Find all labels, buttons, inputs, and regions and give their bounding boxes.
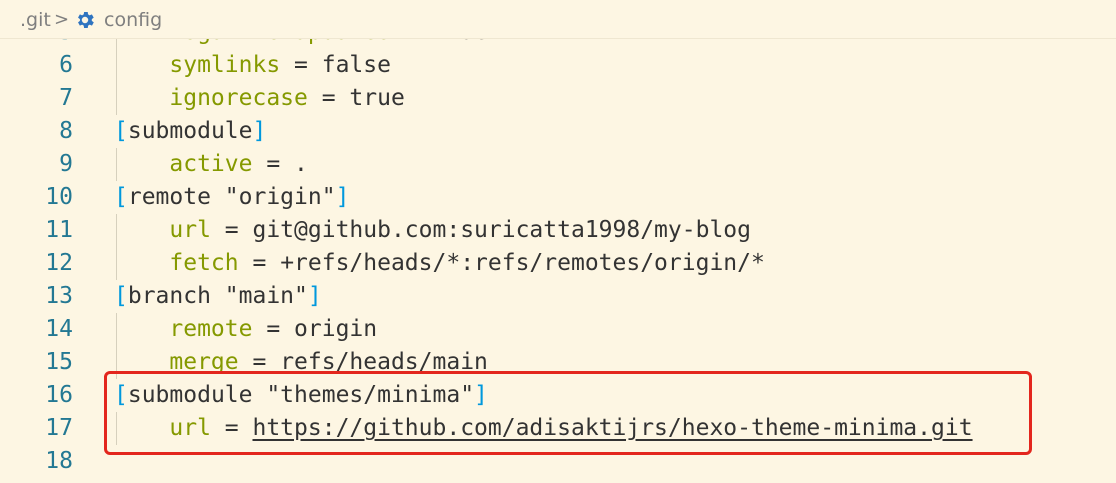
line-number: 15 bbox=[45, 349, 73, 375]
config-value: . bbox=[294, 151, 308, 177]
code-line[interactable]: 10 [remote "origin"] bbox=[0, 181, 1116, 214]
section-header: submodule bbox=[127, 118, 253, 144]
code-editor[interactable]: 5 logallrefupdates = true6 symlinks = fa… bbox=[0, 0, 1116, 483]
code-line[interactable]: 9 active = . bbox=[0, 148, 1116, 181]
line-number: 16 bbox=[45, 382, 73, 408]
code-text: [remote "origin"] bbox=[114, 181, 349, 214]
code-text: fetch = +refs/heads/*:refs/remotes/origi… bbox=[114, 247, 765, 280]
line-number: 9 bbox=[59, 151, 73, 177]
breadcrumb-file[interactable]: config bbox=[104, 7, 162, 33]
breadcrumb-folder[interactable]: .git bbox=[20, 7, 51, 33]
line-number: 17 bbox=[45, 415, 73, 441]
line-number: 12 bbox=[45, 250, 73, 276]
code-text: [branch "main"] bbox=[114, 280, 322, 313]
line-number: 13 bbox=[45, 283, 73, 309]
config-value: +refs/heads/*:refs/remotes/origin/* bbox=[280, 250, 765, 276]
config-value: true bbox=[349, 85, 405, 111]
line-number: 11 bbox=[45, 217, 73, 243]
assignment-operator: = bbox=[280, 52, 322, 78]
line-number: 10 bbox=[45, 184, 73, 210]
code-line[interactable]: 6 symlinks = false bbox=[0, 49, 1116, 82]
config-key: active bbox=[169, 151, 253, 177]
section-bracket-close: ] bbox=[307, 283, 322, 309]
config-value: git@github.com:suricatta1998/my-blog bbox=[252, 217, 751, 243]
section-bracket-open: [ bbox=[114, 184, 128, 210]
code-text: ignorecase = true bbox=[114, 82, 405, 115]
assignment-operator: = bbox=[238, 250, 281, 276]
assignment-operator: = bbox=[252, 151, 295, 177]
highlight-annotation bbox=[104, 371, 1032, 455]
code-line[interactable]: 12 fetch = +refs/heads/*:refs/remotes/or… bbox=[0, 247, 1116, 280]
code-line[interactable]: 11 url = git@github.com:suricatta1998/my… bbox=[0, 214, 1116, 247]
assignment-operator: = bbox=[210, 217, 253, 243]
chevron-right-icon: > bbox=[54, 9, 70, 30]
code-line[interactable]: 7 ignorecase = true bbox=[0, 82, 1116, 115]
section-bracket-open: [ bbox=[114, 283, 128, 309]
code-text: url = git@github.com:suricatta1998/my-bl… bbox=[114, 214, 751, 247]
config-key: remote bbox=[169, 316, 253, 342]
code-text: symlinks = false bbox=[114, 49, 391, 82]
config-value: origin bbox=[294, 316, 378, 342]
section-bracket-close: ] bbox=[252, 118, 267, 144]
config-key: symlinks bbox=[169, 52, 281, 78]
code-text: active = . bbox=[114, 148, 308, 181]
assignment-operator: = bbox=[307, 85, 350, 111]
line-number: 8 bbox=[59, 118, 73, 144]
line-number: 18 bbox=[45, 448, 73, 474]
code-line[interactable]: 13 [branch "main"] bbox=[0, 280, 1116, 313]
config-value: false bbox=[321, 52, 391, 78]
config-key: ignorecase bbox=[169, 85, 308, 111]
gear-icon bbox=[78, 12, 94, 28]
code-line[interactable]: 8 [submodule] bbox=[0, 115, 1116, 148]
line-number: 14 bbox=[45, 316, 73, 342]
line-number: 6 bbox=[59, 52, 73, 78]
config-key: fetch bbox=[169, 250, 239, 276]
code-text: remote = origin bbox=[114, 313, 377, 346]
config-key: url bbox=[169, 217, 211, 243]
line-number: 7 bbox=[59, 85, 73, 111]
assignment-operator: = bbox=[252, 316, 295, 342]
section-bracket-close: ] bbox=[335, 184, 350, 210]
code-line[interactable]: 14 remote = origin bbox=[0, 313, 1116, 346]
section-header: branch "main" bbox=[127, 283, 308, 309]
breadcrumb: .git > config bbox=[0, 0, 1116, 39]
section-bracket-open: [ bbox=[114, 118, 128, 144]
code-text: [submodule] bbox=[114, 115, 266, 148]
section-header: remote "origin" bbox=[127, 184, 336, 210]
